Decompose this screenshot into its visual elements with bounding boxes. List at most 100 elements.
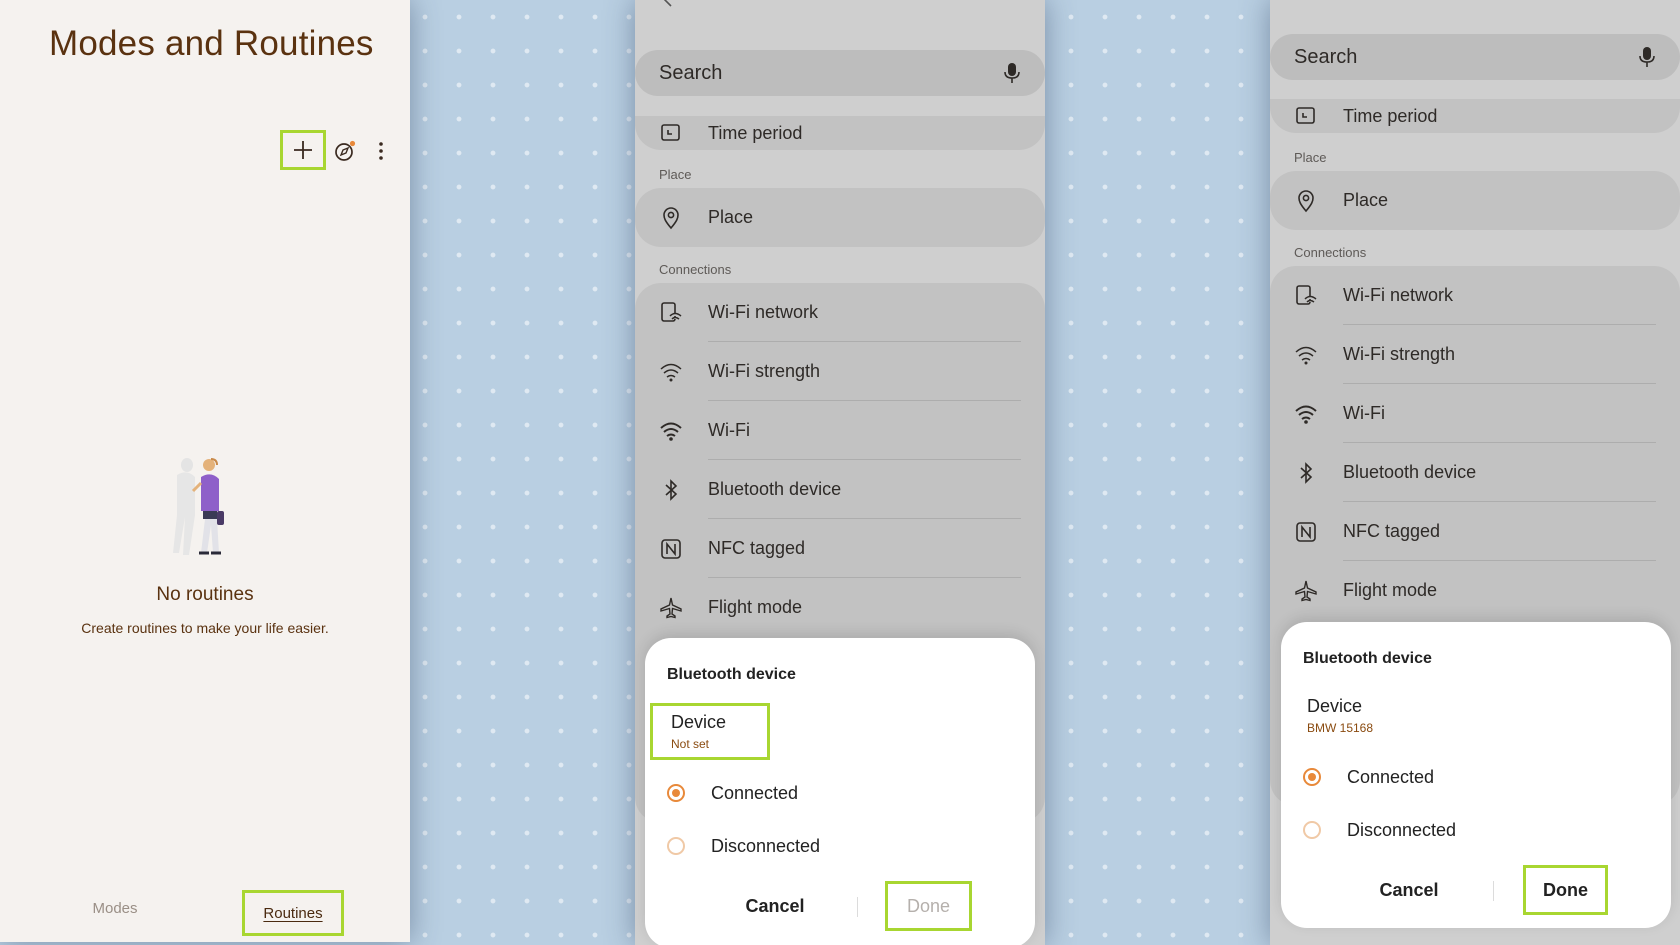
- list-item-wifi[interactable]: Wi-Fi: [635, 401, 1045, 460]
- empty-state-title: No routines: [156, 584, 254, 605]
- list-item-label: Time period: [1343, 105, 1438, 126]
- tab-routines[interactable]: Routines: [242, 890, 344, 936]
- discover-button[interactable]: [333, 139, 357, 163]
- toolbar: [280, 130, 403, 170]
- device-selector[interactable]: Device Not set: [650, 703, 770, 760]
- empty-state-subtitle: Create routines to make your life easier…: [81, 620, 329, 636]
- modes-routines-screen: Modes and Routines No routines Create ro…: [0, 0, 410, 942]
- bluetooth-device-dialog: Bluetooth device Device Not set Connecte…: [645, 638, 1035, 945]
- list-item-nfc-tagged[interactable]: NFC tagged: [635, 519, 1045, 578]
- wifi-network-icon: [1296, 284, 1317, 305]
- radio-connected[interactable]: Connected: [667, 778, 798, 808]
- bluetooth-icon: [665, 478, 678, 501]
- list-item-wifi[interactable]: Wi-Fi: [1270, 384, 1680, 443]
- wifi-strength-icon: [660, 363, 682, 381]
- button-divider: [1493, 881, 1494, 901]
- list-item-label: Wi-Fi: [1343, 403, 1385, 423]
- add-routine-button[interactable]: [280, 130, 326, 170]
- radio-button[interactable]: [667, 837, 685, 855]
- done-button[interactable]: Done: [1523, 865, 1608, 915]
- back-arrow-icon[interactable]: [659, 0, 709, 10]
- wifi-icon: [1295, 405, 1317, 424]
- clock-calendar-icon: [1296, 107, 1315, 124]
- list-item-label: Time period: [708, 122, 803, 143]
- device-value: Not set: [671, 737, 710, 751]
- plus-icon: [294, 141, 312, 159]
- nfc-icon: [661, 538, 681, 559]
- nfc-icon: [1296, 521, 1316, 542]
- device-label: Device: [1307, 696, 1363, 716]
- time-card: Time period: [1270, 99, 1680, 133]
- list-item-label: Flight mode: [1343, 580, 1438, 600]
- device-selector[interactable]: Device BMW 15168: [1289, 690, 1391, 741]
- bluetooth-device-dialog: Bluetooth device Device BMW 15168 Connec…: [1281, 622, 1671, 928]
- radio-button-selected[interactable]: [667, 784, 685, 802]
- section-header-connections: Connections: [659, 262, 732, 277]
- condition-picker-screen-1: Search Time period Place Place Connectio…: [635, 0, 1045, 945]
- more-options-button[interactable]: [371, 137, 391, 165]
- airplane-icon: [1295, 580, 1317, 601]
- radio-label: Connected: [711, 782, 799, 803]
- search-bar[interactable]: Search: [635, 50, 1045, 96]
- list-item-wifi-strength[interactable]: Wi-Fi strength: [1270, 325, 1680, 384]
- list-item-label: Wi-Fi strength: [708, 361, 821, 381]
- list-item-time-period[interactable]: Time period: [635, 116, 1045, 150]
- place-card: Place: [1270, 171, 1680, 230]
- empty-state-illustration: [173, 458, 224, 555]
- tab-routines-label: Routines: [263, 904, 323, 922]
- list-item-flight-mode[interactable]: Flight mode: [1270, 561, 1680, 620]
- more-vertical-icon: [379, 142, 383, 160]
- dialog-title: Bluetooth device: [1303, 650, 1432, 667]
- microphone-icon[interactable]: [1003, 62, 1021, 84]
- list-item-label: NFC tagged: [1343, 521, 1441, 541]
- list-item-place[interactable]: Place: [1270, 171, 1680, 230]
- radio-disconnected[interactable]: Disconnected: [667, 831, 820, 861]
- microphone-icon[interactable]: [1638, 46, 1656, 68]
- compass-icon: [335, 140, 356, 161]
- button-divider: [857, 897, 858, 917]
- airplane-icon: [660, 597, 682, 618]
- radio-button[interactable]: [1303, 821, 1321, 839]
- done-button[interactable]: Done: [885, 881, 972, 931]
- wifi-strength-icon: [1295, 346, 1317, 364]
- list-item-label: NFC tagged: [708, 538, 806, 558]
- list-item-label: Wi-Fi network: [708, 302, 819, 322]
- radio-disconnected[interactable]: Disconnected: [1303, 815, 1456, 845]
- list-item-bluetooth-device[interactable]: Bluetooth device: [1270, 443, 1680, 502]
- list-item-label: Wi-Fi: [708, 420, 750, 440]
- device-label: Device: [671, 712, 727, 732]
- list-item-nfc-tagged[interactable]: NFC tagged: [1270, 502, 1680, 561]
- place-card: Place: [635, 188, 1045, 247]
- cancel-button[interactable]: Cancel: [705, 884, 845, 928]
- page-title: Modes and Routines: [49, 24, 374, 63]
- list-item-label: Flight mode: [708, 597, 803, 617]
- list-item-label: Place: [708, 207, 754, 227]
- list-item-place[interactable]: Place: [635, 188, 1045, 247]
- cancel-button[interactable]: Cancel: [1339, 868, 1479, 912]
- radio-label: Connected: [1347, 766, 1435, 787]
- list-item-label: Bluetooth device: [708, 479, 842, 499]
- list-item-bluetooth-device[interactable]: Bluetooth device: [635, 460, 1045, 519]
- dialog-title: Bluetooth device: [667, 666, 796, 683]
- list-item-time-period[interactable]: Time period: [1270, 99, 1680, 133]
- list-item-label: Place: [1343, 190, 1389, 210]
- section-header-place: Place: [659, 167, 692, 182]
- section-header-place: Place: [1294, 150, 1327, 165]
- radio-label: Disconnected: [711, 835, 821, 856]
- list-item-wifi-network[interactable]: Wi-Fi network: [635, 283, 1045, 342]
- list-item-flight-mode[interactable]: Flight mode: [635, 578, 1045, 637]
- list-item-label: Wi-Fi network: [1343, 285, 1454, 305]
- wifi-icon: [660, 422, 682, 441]
- radio-button-selected[interactable]: [1303, 768, 1321, 786]
- list-item-wifi-network[interactable]: Wi-Fi network: [1270, 266, 1680, 325]
- tab-modes[interactable]: Modes: [80, 900, 150, 917]
- list-item-wifi-strength[interactable]: Wi-Fi strength: [635, 342, 1045, 401]
- radio-connected[interactable]: Connected: [1303, 762, 1434, 792]
- radio-label: Disconnected: [1347, 819, 1457, 840]
- bluetooth-icon: [1300, 461, 1313, 484]
- search-label: Search: [1294, 45, 1358, 68]
- time-card: Time period: [635, 116, 1045, 150]
- list-item-label: Wi-Fi strength: [1343, 344, 1456, 364]
- search-bar[interactable]: Search: [1270, 34, 1680, 80]
- location-pin-icon: [663, 206, 679, 229]
